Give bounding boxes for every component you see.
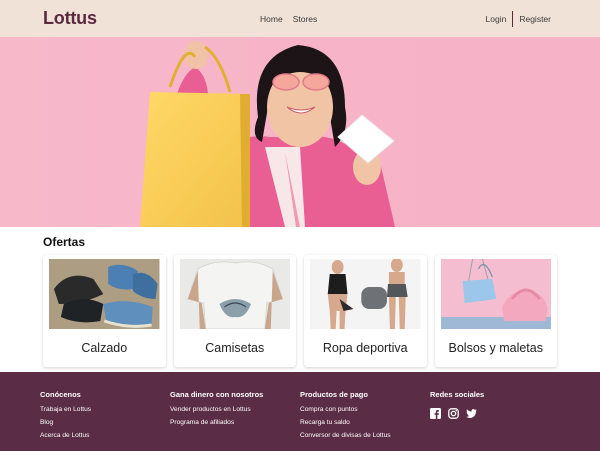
footer: Conócenos Trabaja en Lottus Blog Acerca … <box>0 372 600 451</box>
offer-card-label: Bolsos y maletas <box>448 341 543 355</box>
shoes-photo <box>49 259 160 329</box>
offers-title: Ofertas <box>43 235 86 249</box>
footer-link-affiliates[interactable]: Programa de afiliados <box>170 419 263 426</box>
footer-link-blog[interactable]: Blog <box>40 419 91 426</box>
tshirt-photo <box>179 259 290 329</box>
footer-column-title: Gana dinero con nosotros <box>170 390 264 399</box>
navbar: Lottus Home Stores Login Register <box>0 0 600 37</box>
footer-link-sell[interactable]: Vender productos en Lottus <box>170 406 263 413</box>
footer-column-payment: Productos de pago Compra con puntos Reca… <box>300 390 391 445</box>
login-link[interactable]: Login <box>486 14 507 24</box>
social-icons <box>430 406 484 419</box>
offer-card-shoes[interactable]: Calzado <box>43 255 166 367</box>
offers-cards: Calzado Camisetas Ropa deportiva Bolsos … <box>43 255 557 367</box>
nav-links: Home Stores <box>260 0 317 37</box>
offer-card-label: Calzado <box>81 341 128 355</box>
footer-column-about: Conócenos Trabaja en Lottus Blog Acerca … <box>40 390 91 445</box>
footer-column-earn: Gana dinero con nosotros Vender producto… <box>170 390 263 432</box>
sportswear-photo <box>310 259 421 329</box>
hero-shopping-woman-image <box>140 41 395 227</box>
offer-card-tshirts[interactable]: Camisetas <box>173 255 296 367</box>
footer-column-title: Conócenos <box>40 390 81 399</box>
hero-banner <box>0 37 600 227</box>
footer-column-social: Redes sociales <box>430 390 485 419</box>
footer-link-points[interactable]: Compra con puntos <box>300 406 391 413</box>
footer-link-topup[interactable]: Recarga tu saldo <box>300 419 391 426</box>
nav-stores-link[interactable]: Stores <box>293 14 318 24</box>
offer-card-bags[interactable]: Bolsos y maletas <box>434 255 557 367</box>
footer-link-about[interactable]: Acerca de Lottus <box>40 432 91 439</box>
offer-card-label: Ropa deportiva <box>322 341 408 355</box>
bags-photo <box>440 259 551 329</box>
brand-logo[interactable]: Lottus <box>43 8 97 29</box>
twitter-icon[interactable] <box>466 406 477 419</box>
nav-divider <box>512 10 514 27</box>
register-link[interactable]: Register <box>519 14 551 24</box>
footer-column-title: Redes sociales <box>430 390 485 399</box>
instagram-icon[interactable] <box>448 406 459 419</box>
footer-link-currency[interactable]: Conversor de divisas de Lottus <box>300 432 391 439</box>
facebook-icon[interactable] <box>430 406 441 419</box>
footer-column-title: Productos de pago <box>300 390 368 399</box>
offer-card-label: Camisetas <box>205 341 265 355</box>
offer-card-sportswear[interactable]: Ropa deportiva <box>304 255 427 367</box>
auth-links: Login Register <box>486 0 551 37</box>
nav-home-link[interactable]: Home <box>260 14 283 24</box>
footer-link-careers[interactable]: Trabaja en Lottus <box>40 406 91 413</box>
